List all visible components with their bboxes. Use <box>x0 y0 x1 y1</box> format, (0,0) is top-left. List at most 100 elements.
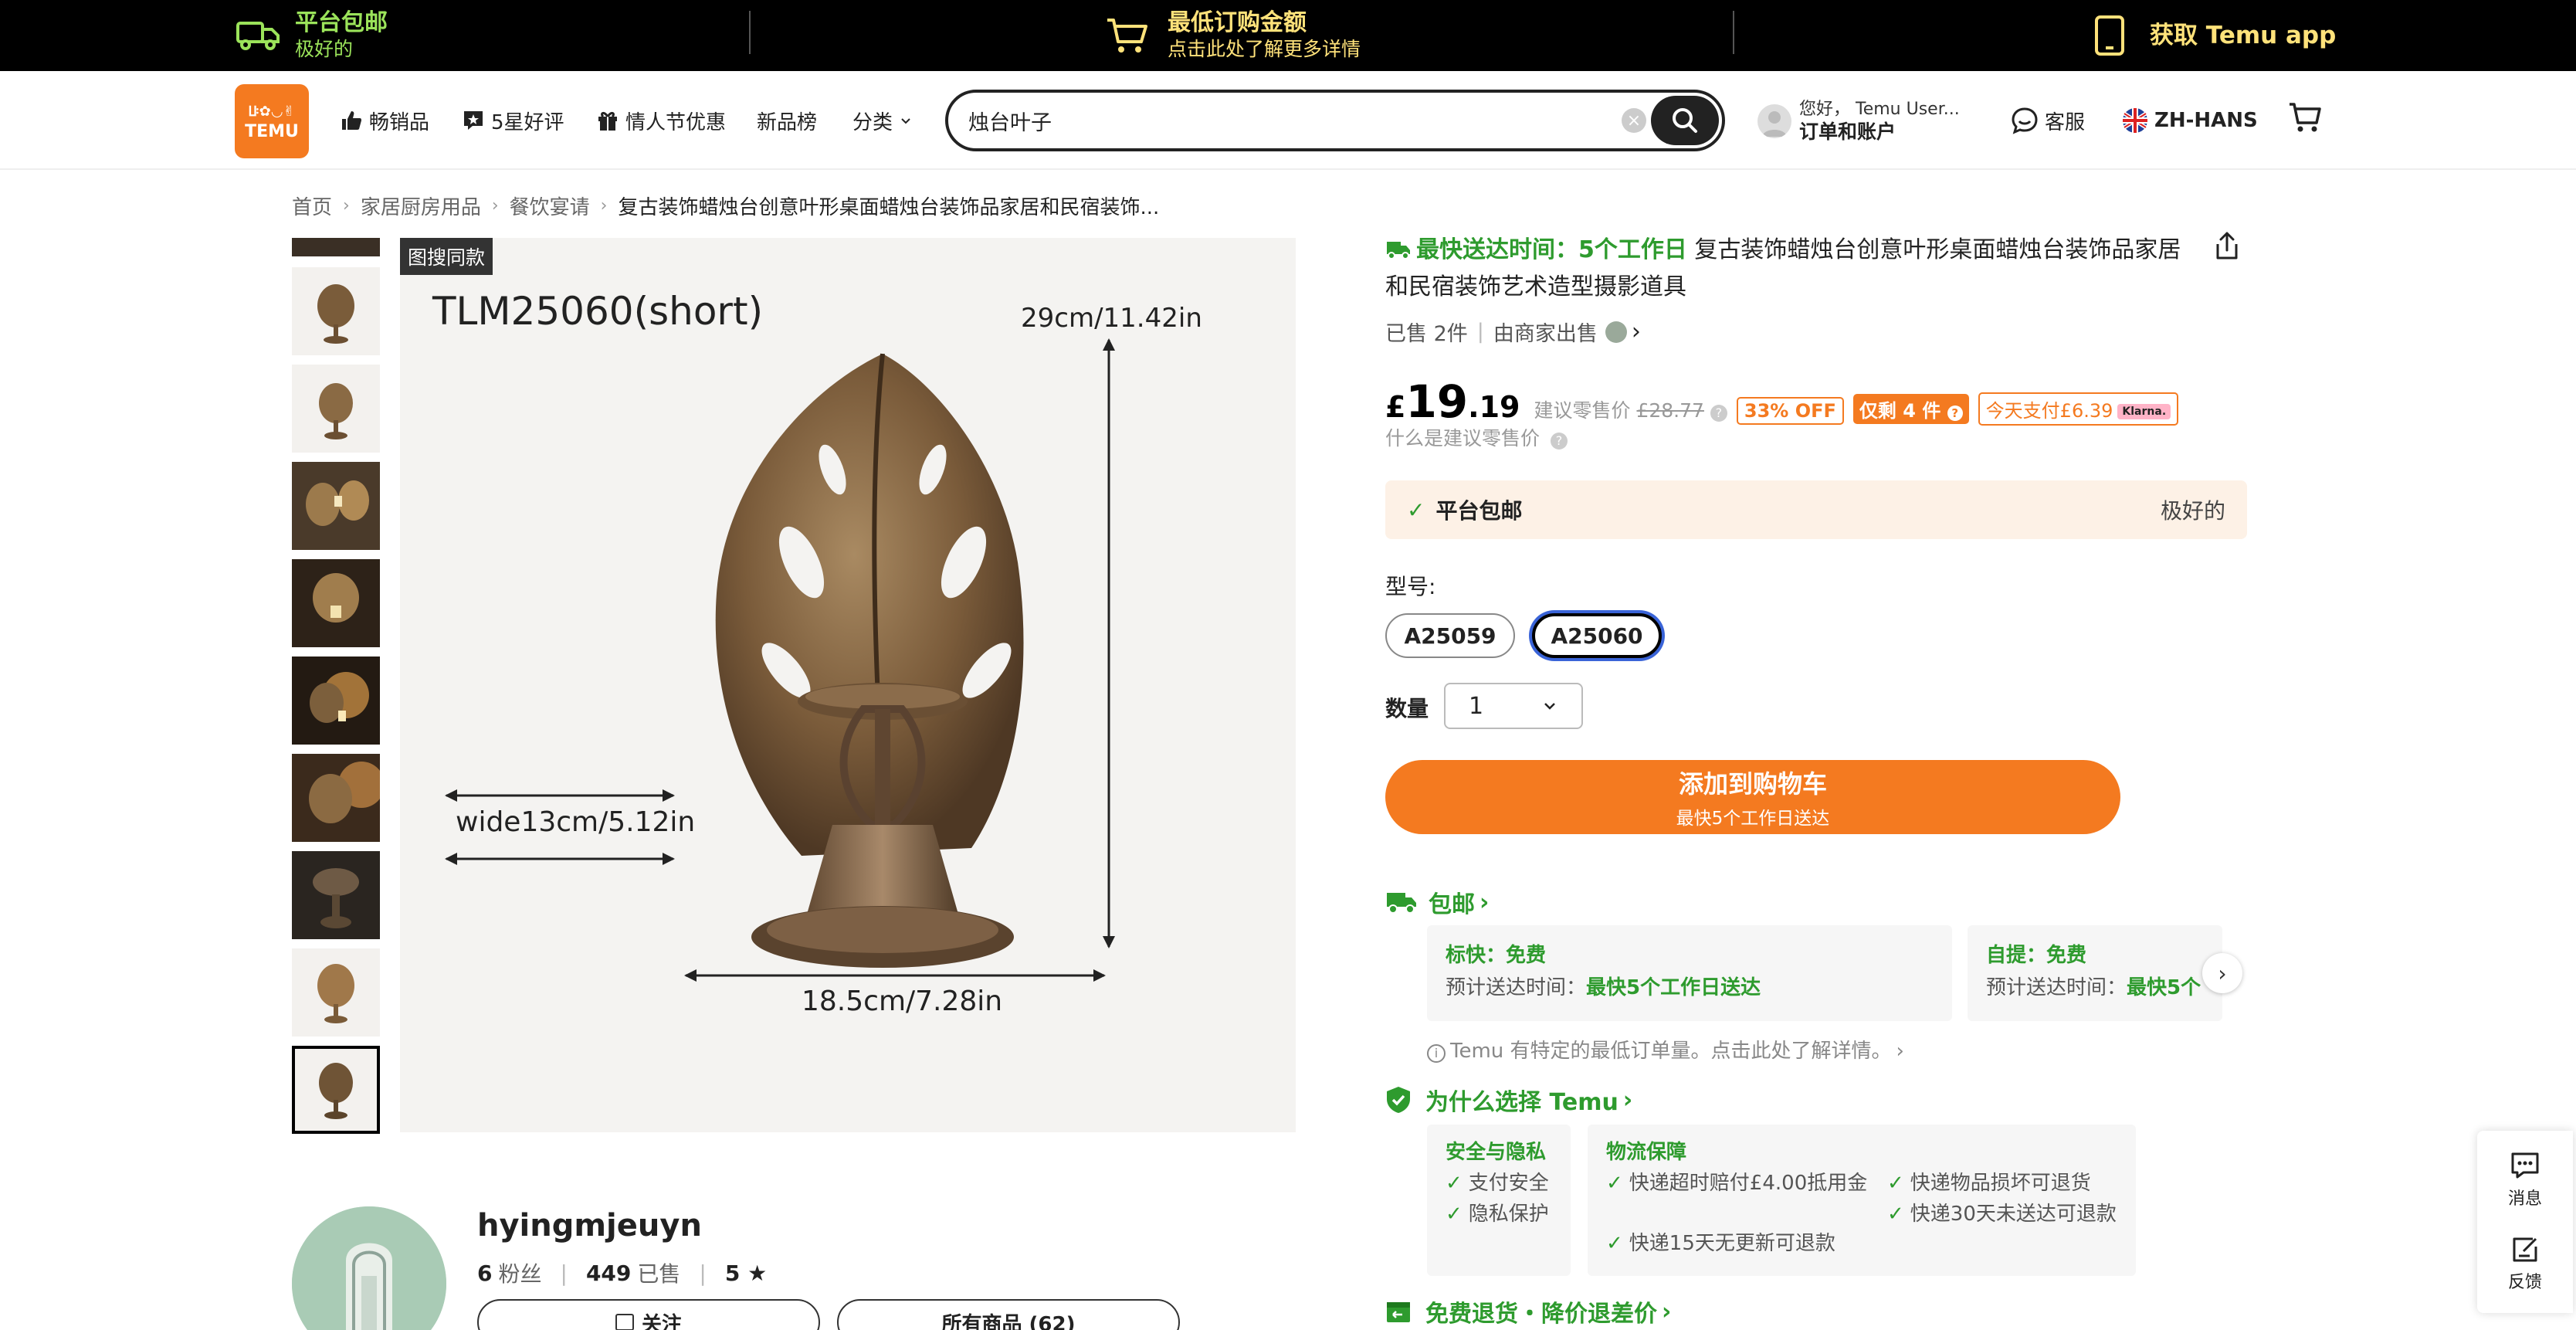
what-is-rrp[interactable]: 什么是建议零售价 ? <box>1385 423 1568 451</box>
add-to-cart-label: 添加到购物车 <box>1678 769 1827 799</box>
store-name[interactable]: hyingmjeuyn <box>477 1208 702 1243</box>
pickup-eta-value: 最快5个 <box>2127 976 2201 999</box>
chevron-right-icon: › <box>1631 318 1641 345</box>
seller-avatar-icon[interactable] <box>1605 321 1627 343</box>
sold-count: 449 <box>585 1260 632 1286</box>
thumbnail[interactable] <box>292 948 380 1037</box>
price-integer: 19 <box>1405 375 1469 428</box>
site-header: ꚶ✿◡✌ TEMU 畅销品 5星好评 情人节优惠 新品榜 分类 × 您好， Te… <box>0 71 2576 170</box>
messages-label: 消息 <box>2507 1189 2542 1209</box>
image-search-tag[interactable]: 图搜同款 <box>400 238 493 275</box>
search-input[interactable] <box>968 103 1602 137</box>
why-temu-header[interactable]: 为什么选择 Temu › <box>1385 1083 1632 1117</box>
stock-badge: 仅剩 4 件 ? <box>1852 394 1969 424</box>
info-icon[interactable]: ? <box>1947 405 1963 421</box>
temu-logo[interactable]: ꚶ✿◡✌ TEMU <box>235 84 309 158</box>
min-order-title: 最低订购金额 <box>1168 9 1307 36</box>
breadcrumb-item[interactable]: 餐饮宴请 <box>510 192 590 220</box>
thumbnail[interactable] <box>292 851 380 939</box>
all-products-button[interactable]: 所有商品 (62) <box>837 1299 1180 1330</box>
free-shipping-promo[interactable]: 平台包邮 极好的 <box>236 0 388 71</box>
chevron-right-icon[interactable]: › <box>2202 953 2242 993</box>
account-menu[interactable]: 您好， Temu User... 订单和账户 <box>1757 99 1960 144</box>
standard-shipping-card: 标快：免费 预计送达时间：最快5个工作日送达 <box>1427 925 1952 1021</box>
nav-categories[interactable]: 分类 <box>852 105 913 136</box>
nav-best-sellers[interactable]: 畅销品 <box>340 105 429 136</box>
thumbnail[interactable] <box>292 559 380 647</box>
pay-today-badge[interactable]: 今天支付£6.39 Klarna. <box>1978 392 2179 426</box>
nav-five-star[interactable]: 5星好评 <box>462 105 564 136</box>
thumbnail[interactable] <box>292 365 380 453</box>
support-label: 客服 <box>2045 110 2086 134</box>
nav-label: 情人节优惠 <box>625 110 727 134</box>
breadcrumb-item[interactable]: 首页 <box>292 192 332 220</box>
why-temu-title: 为什么选择 Temu <box>1425 1089 1618 1116</box>
free-shipping-box: ✓ 平台包邮 极好的 <box>1385 480 2247 539</box>
customer-service[interactable]: 客服 <box>2011 105 2085 136</box>
thumbnail[interactable] <box>292 754 380 842</box>
follow-button[interactable]: 关注 <box>477 1299 820 1330</box>
thumbnail[interactable] <box>292 238 380 256</box>
check-icon: ✓ <box>1446 1172 1463 1195</box>
feedback-button[interactable]: 反馈 <box>2477 1234 2573 1293</box>
breadcrumb-item[interactable]: 家居厨房用品 <box>361 192 481 220</box>
chevron-down-icon <box>901 118 910 124</box>
cart-icon <box>1107 19 1147 53</box>
store-avatar[interactable] <box>292 1206 446 1330</box>
side-float-panel: 消息 反馈 <box>2477 1131 2573 1313</box>
nav-label: 5星好评 <box>491 110 564 134</box>
get-app-promo[interactable]: 获取 Temu app <box>2094 0 2336 71</box>
width-dimension: wide13cm/5.12in <box>456 806 696 838</box>
what-rrp-label: 什么是建议零售价 <box>1385 427 1541 450</box>
follow-label: 关注 <box>641 1312 682 1330</box>
share-icon[interactable] <box>2213 230 2241 264</box>
info-icon: ? <box>1550 433 1568 450</box>
nav-new-arrivals[interactable]: 新品榜 <box>757 105 817 136</box>
thumbnail[interactable] <box>292 462 380 550</box>
gift-icon <box>598 111 617 131</box>
seller-link[interactable]: 由商家出售 <box>1493 317 1598 347</box>
return-box-icon <box>1387 1302 1410 1322</box>
min-order-promo[interactable]: 最低订购金额 点击此处了解更多详情 <box>1106 0 1361 71</box>
messages-button[interactable]: 消息 <box>2477 1151 2573 1210</box>
search-button[interactable] <box>1651 96 1719 145</box>
thumbnail-selected[interactable] <box>292 1046 380 1134</box>
model-option-a25059[interactable]: A25059 <box>1385 613 1515 658</box>
truck-icon <box>1387 893 1416 914</box>
thumbnail-strip <box>292 238 381 1134</box>
price-decimal: .19 <box>1468 390 1520 424</box>
thumbnail[interactable] <box>292 657 380 745</box>
info-icon[interactable]: ? <box>1710 405 1727 422</box>
logistics-item: 快递15天无更新可退款 <box>1629 1232 1835 1255</box>
feedback-icon <box>2513 1237 2537 1262</box>
klarna-logo: Klarna. <box>2117 404 2171 419</box>
quantity-select[interactable]: 1 <box>1444 683 1583 729</box>
language-selector[interactable]: ZH-HANS <box>2122 105 2258 136</box>
shipping-header[interactable]: 包邮 › <box>1385 885 1489 919</box>
fast-delivery-label: 最快送达时间：5个工作日 <box>1416 236 1687 263</box>
price-currency: £ <box>1385 390 1406 424</box>
check-icon: ✓ <box>1606 1232 1623 1255</box>
product-main-image[interactable]: 图搜同款 TLM25060(short) 29cm/11.42in wide13… <box>400 238 1296 1132</box>
followers-count: 6 <box>477 1260 493 1286</box>
add-to-cart-button[interactable]: 添加到购物车 最快5个工作日送达 <box>1385 760 2120 834</box>
free-returns-title: 免费退货・降价退差价 <box>1425 1301 1657 1328</box>
pickup-shipping-title: 自提：免费 <box>1986 944 2087 967</box>
min-order-note[interactable]: i Temu 有特定的最低订单量。点击此处了解详情。 › <box>1427 1035 1904 1064</box>
check-icon: ✓ <box>1606 1172 1623 1195</box>
price-row: £ 19 .19 建议零售价 £28.77 ? 33% OFF 仅剩 4 件 ?… <box>1385 375 2179 428</box>
followers-label: 粉丝 <box>498 1261 542 1287</box>
clear-search-icon[interactable]: × <box>1622 108 1646 133</box>
account-orders-label: 订单和账户 <box>1799 120 1896 143</box>
nav-valentine[interactable]: 情人节优惠 <box>596 105 726 136</box>
model-option-a25060[interactable]: A25060 <box>1532 613 1662 658</box>
security-privacy-box: 安全与隐私 ✓ 支付安全 ✓ 隐私保护 <box>1427 1125 1571 1276</box>
free-returns-header[interactable]: 免费退货・降价退差价 › <box>1385 1294 1671 1328</box>
thumbnail[interactable] <box>292 267 380 355</box>
message-icon <box>2511 1152 2539 1179</box>
logistics-title: 物流保障 <box>1606 1141 1687 1164</box>
cart-button[interactable] <box>2287 102 2329 133</box>
store-rating: 5 ★ <box>724 1260 768 1286</box>
chat-icon <box>2012 107 2038 134</box>
truck-icon <box>236 22 280 50</box>
